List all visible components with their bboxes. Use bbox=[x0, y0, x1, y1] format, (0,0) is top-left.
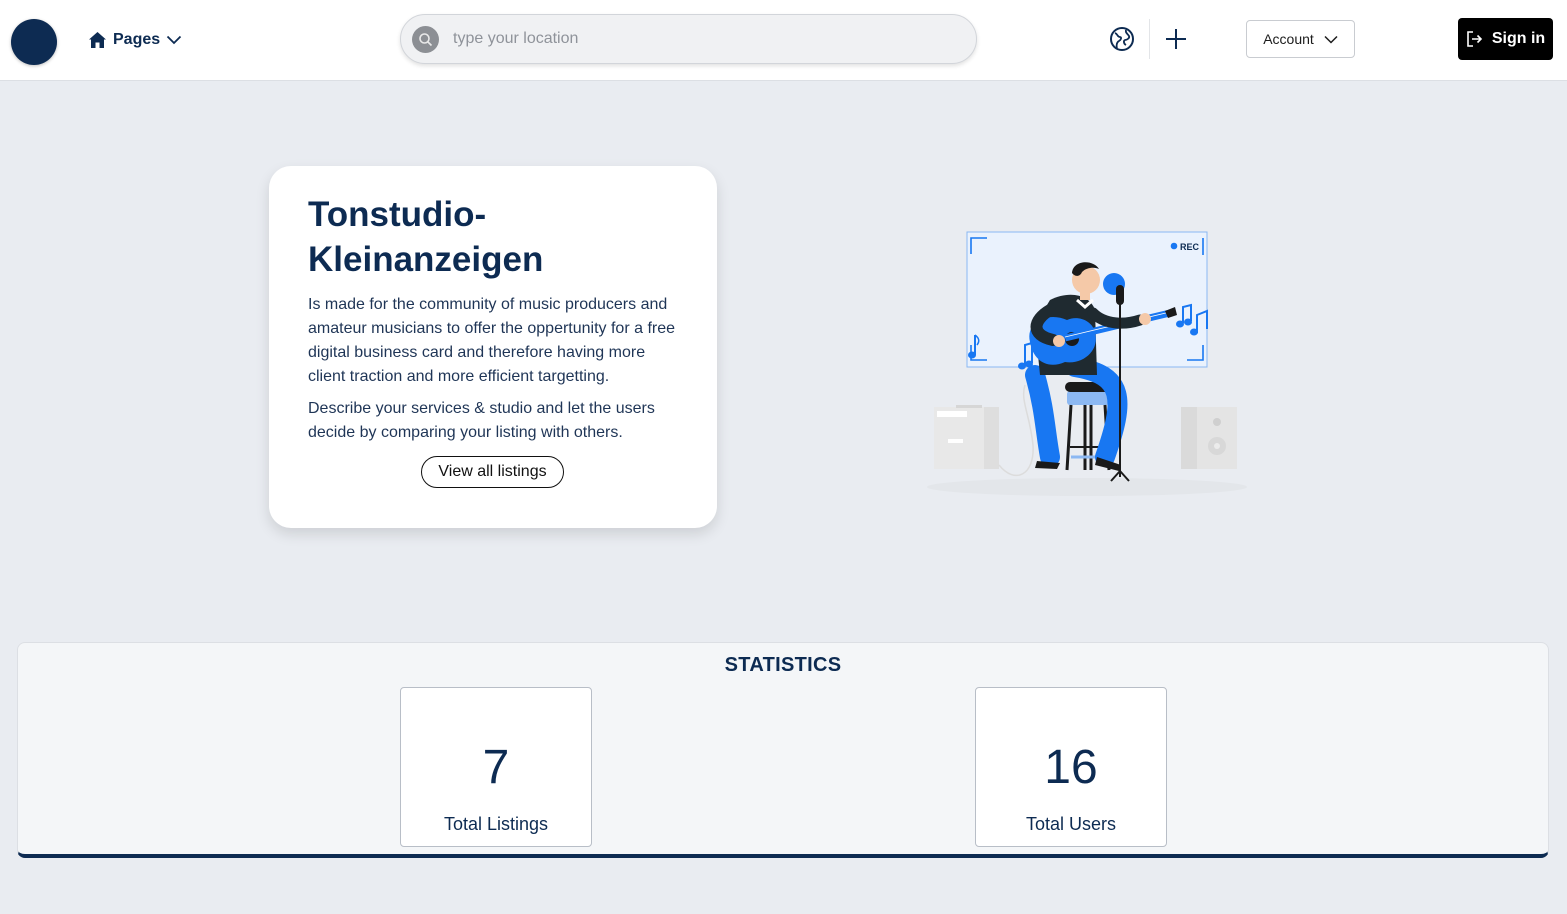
search-input[interactable] bbox=[453, 30, 933, 48]
rec-label: REC bbox=[1180, 242, 1200, 252]
stat-label: Total Listings bbox=[443, 814, 549, 834]
site-logo[interactable] bbox=[11, 19, 57, 65]
view-all-listings-button[interactable]: View all listings bbox=[421, 456, 564, 488]
chevron-down-icon bbox=[1324, 35, 1338, 44]
amplifier-icon bbox=[934, 405, 999, 469]
statistics-title: STATISTICS bbox=[724, 654, 842, 676]
chevron-down-icon bbox=[167, 35, 182, 45]
stat-card-total-listings: 7 Total Listings bbox=[400, 687, 592, 847]
search-icon[interactable] bbox=[412, 25, 439, 53]
account-label: Account bbox=[1263, 31, 1314, 47]
location-search bbox=[400, 14, 977, 64]
sign-in-label: Sign in bbox=[1491, 30, 1546, 47]
stat-card-total-users: 16 Total Users bbox=[975, 687, 1167, 847]
home-icon bbox=[89, 32, 106, 48]
rec-dot bbox=[1170, 242, 1178, 250]
hero-description: Is made for the community of music produ… bbox=[308, 296, 676, 385]
stat-value: 7 bbox=[482, 741, 510, 794]
sign-in-button[interactable]: Sign in bbox=[1458, 18, 1553, 60]
hero-card: Tonstudio-Kleinanzeigen Is made for the … bbox=[269, 166, 717, 528]
add-listing-plus-icon[interactable] bbox=[1163, 26, 1189, 52]
account-dropdown-button[interactable]: Account bbox=[1246, 20, 1355, 58]
pages-label: Pages bbox=[113, 31, 161, 48]
top-navbar: Pages Account Sign in bbox=[0, 0, 1567, 81]
header-divider bbox=[1149, 19, 1150, 59]
stat-label: Total Users bbox=[1025, 814, 1117, 834]
sign-in-icon bbox=[1467, 31, 1482, 47]
stat-value: 16 bbox=[1044, 741, 1098, 794]
globe-icon[interactable] bbox=[1108, 25, 1136, 53]
statistics-section: STATISTICS 7 Total Listings 16 Total Use… bbox=[17, 642, 1549, 858]
floor-shadow bbox=[927, 478, 1247, 496]
musician-recording-illustration: REC bbox=[927, 231, 1247, 496]
speaker-icon bbox=[1181, 407, 1237, 469]
hero-description-secondary: Describe your services & studio and let … bbox=[308, 400, 655, 441]
hero-title: Tonstudio-Kleinanzeigen bbox=[308, 195, 544, 279]
pages-dropdown[interactable]: Pages bbox=[88, 28, 182, 52]
